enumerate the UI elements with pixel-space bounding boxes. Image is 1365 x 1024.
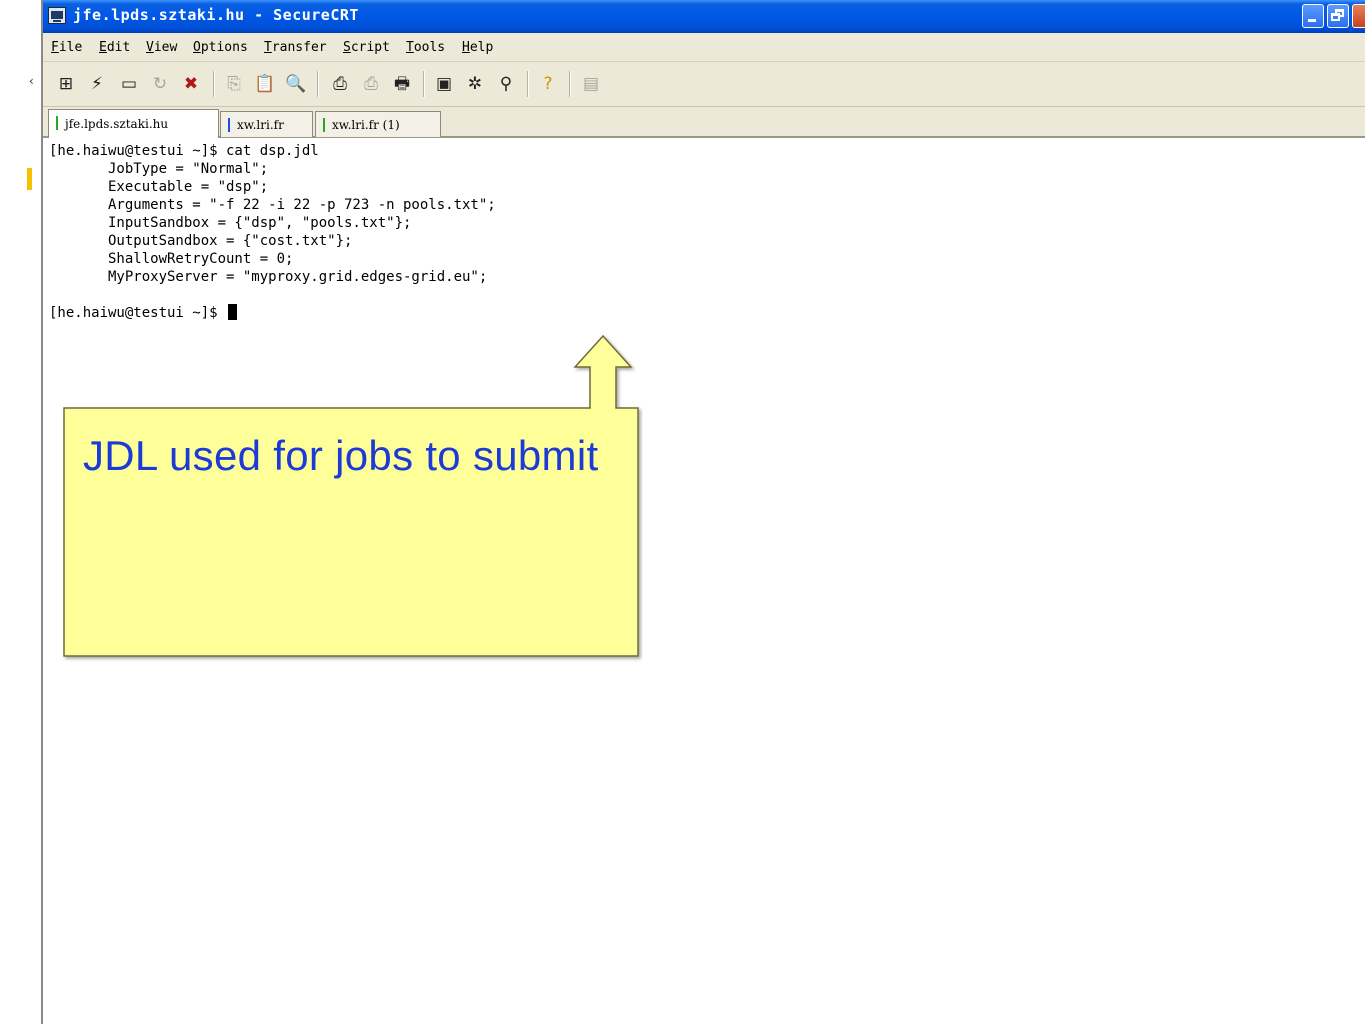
terminal-line: JobType = "Normal"; <box>49 161 269 177</box>
toolbar-separator <box>317 71 319 97</box>
menu-help[interactable]: Help <box>462 40 493 55</box>
callout-arrow-shape <box>63 334 639 657</box>
menu-tools[interactable]: Tools <box>406 40 445 55</box>
terminal-cursor <box>228 304 238 320</box>
menu-file[interactable]: File <box>51 40 82 55</box>
tab-status-marker <box>56 116 58 130</box>
menu-script[interactable]: Script <box>343 40 390 55</box>
quick-connect-icon[interactable]: ⚡ <box>86 73 108 95</box>
log-icon[interactable]: ▤ <box>580 73 602 95</box>
menu-edit[interactable]: Edit <box>99 40 130 55</box>
terminal-line: MyProxyServer = "myproxy.grid.edges-grid… <box>49 269 488 285</box>
tab-label: xw.lri.fr <box>237 118 284 132</box>
disconnect-icon[interactable]: ✖ <box>180 73 202 95</box>
slide-left-margin: ‹ <box>0 0 41 1024</box>
app-terminal-icon[interactable] <box>48 7 66 24</box>
highlight-marker <box>27 168 32 190</box>
terminal-line: OutputSandbox = {"cost.txt"}; <box>49 233 353 249</box>
terminal-line: [he.haiwu@testui ~]$ cat dsp.jdl <box>49 143 319 159</box>
terminal-line: Arguments = "-f 22 -i 22 -p 723 -n pools… <box>49 197 496 213</box>
connect-in-tab-icon[interactable]: ▭ <box>118 73 140 95</box>
tab-xw-lri-fr[interactable]: xw.lri.fr <box>220 111 313 137</box>
tab-status-marker <box>228 118 230 132</box>
tab-jfe-lpds-sztaki-hu[interactable]: jfe.lpds.sztaki.hu <box>48 109 219 138</box>
menu-options[interactable]: Options <box>193 40 248 55</box>
close-button[interactable] <box>1352 4 1365 28</box>
print-selection-icon[interactable]: ⎙ <box>360 73 382 95</box>
terminal-line: InputSandbox = {"dsp", "pools.txt"}; <box>49 215 412 231</box>
terminal-line: ShallowRetryCount = 0; <box>49 251 294 267</box>
window-title: jfe.lpds.sztaki.hu - SecureCRT <box>73 6 359 24</box>
toolbar-separator <box>213 71 215 97</box>
tab-xw-lri-fr-1[interactable]: xw.lri.fr (1) <box>315 111 441 137</box>
session-options-icon[interactable]: ▣ <box>433 73 455 95</box>
title-bar[interactable]: jfe.lpds.sztaki.hu - SecureCRT <box>43 0 1365 33</box>
terminal-prompt-line: [he.haiwu@testui ~]$ <box>49 304 238 322</box>
session-tab-bar: jfe.lpds.sztaki.hu xw.lri.fr xw.lri.fr (… <box>43 107 1365 138</box>
toolbar-separator <box>423 71 425 97</box>
terminal-prompt: [he.haiwu@testui ~]$ <box>49 305 227 321</box>
toolbar-separator <box>527 71 529 97</box>
menu-bar: File Edit View Options Transfer Script T… <box>43 33 1365 62</box>
connect-icon[interactable]: ⊞ <box>55 73 77 95</box>
print-setup-icon[interactable]: 🖶 <box>391 73 413 95</box>
global-options-icon[interactable]: ✲ <box>464 73 486 95</box>
help-icon[interactable]: ? <box>537 73 559 95</box>
callout-text: JDL used for jobs to submit <box>83 432 599 479</box>
paste-icon[interactable]: 📋 <box>254 73 276 95</box>
tab-label: xw.lri.fr (1) <box>332 118 400 132</box>
toolbar-separator <box>569 71 571 97</box>
restore-button[interactable] <box>1327 4 1349 28</box>
toolbar: ⊞ ⚡ ▭ ↻ ✖ ⎘ 📋 🔍 ⎙ ⎙ 🖶 ▣ ✲ ⚲ ? ▤ <box>43 62 1365 107</box>
tab-status-marker <box>323 118 325 132</box>
print-icon[interactable]: ⎙ <box>329 73 351 95</box>
menu-view[interactable]: View <box>146 40 177 55</box>
scroll-left-arrow-icon: ‹ <box>29 74 34 88</box>
minimize-button[interactable] <box>1302 4 1324 28</box>
keymap-icon[interactable]: ⚲ <box>495 73 517 95</box>
annotation-callout: JDL used for jobs to submit <box>63 334 643 664</box>
copy-icon[interactable]: ⎘ <box>223 73 245 95</box>
reconnect-icon[interactable]: ↻ <box>149 73 171 95</box>
terminal-line: Executable = "dsp"; <box>49 179 269 195</box>
tab-label: jfe.lpds.sztaki.hu <box>65 117 169 131</box>
menu-transfer[interactable]: Transfer <box>264 40 327 55</box>
find-icon[interactable]: 🔍 <box>285 73 307 95</box>
